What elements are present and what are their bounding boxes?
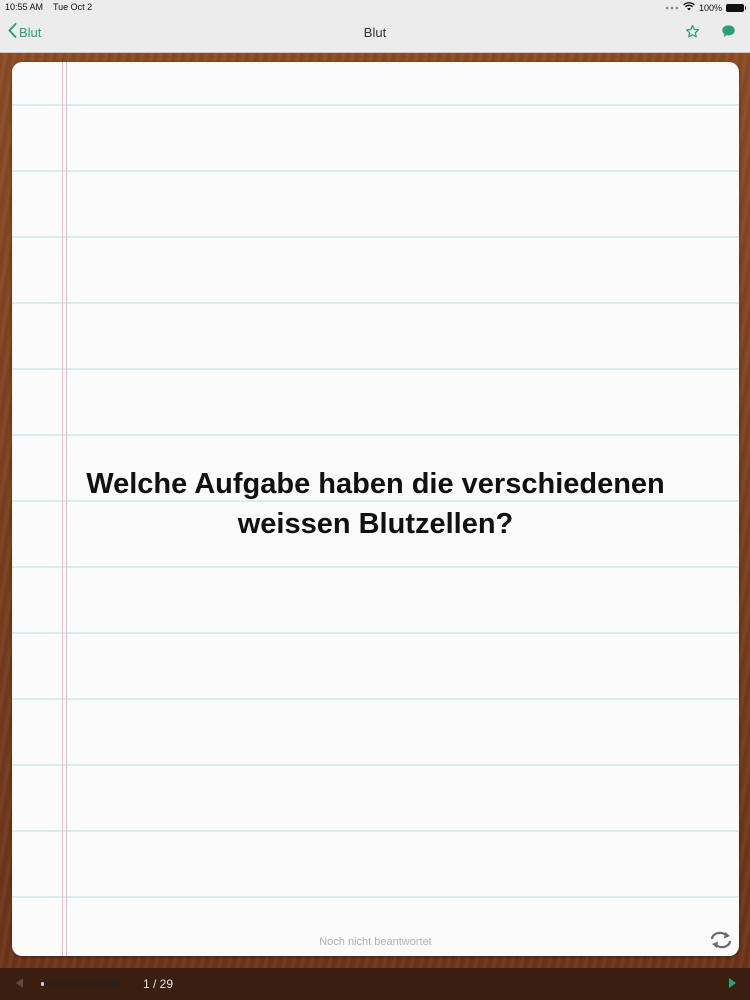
question-line-2: weissen Blutzellen? bbox=[237, 508, 514, 540]
favorite-button[interactable] bbox=[685, 24, 700, 44]
wifi-icon bbox=[683, 2, 695, 13]
speech-bubble-icon bbox=[721, 25, 736, 42]
status-date: Tue Oct 2 bbox=[53, 2, 93, 12]
previous-card-button[interactable] bbox=[16, 978, 23, 988]
flip-card-button[interactable] bbox=[709, 930, 733, 955]
flashcard[interactable]: Welche Aufgabe haben die verschiedenen w… bbox=[12, 62, 739, 956]
status-time: 10:55 AM bbox=[5, 2, 44, 12]
page-indicator: 1 / 29 bbox=[143, 977, 174, 991]
cellular-dots-icon bbox=[665, 3, 679, 13]
flip-icon bbox=[709, 931, 733, 954]
bottom-toolbar: 1 / 29 bbox=[0, 968, 750, 1000]
battery-icon bbox=[726, 3, 746, 12]
progress-fill bbox=[41, 982, 44, 986]
status-bar: 10:55 AM Tue Oct 2 100% bbox=[0, 0, 750, 14]
question-text: Welche Aufgabe haben die verschiedenen w… bbox=[12, 464, 739, 544]
star-icon bbox=[685, 24, 700, 43]
status-right: 100% bbox=[665, 2, 746, 13]
navigation-bar: Blut Blut bbox=[0, 14, 750, 53]
comments-button[interactable] bbox=[721, 24, 736, 43]
progress-slider[interactable] bbox=[41, 982, 121, 986]
next-card-button[interactable] bbox=[729, 978, 736, 988]
answer-status: Noch nicht beantwortet bbox=[319, 936, 432, 948]
question-line-1: Welche Aufgabe haben die verschiedenen bbox=[86, 468, 665, 500]
page-title: Blut bbox=[363, 25, 387, 40]
battery-percent: 100% bbox=[698, 2, 722, 13]
